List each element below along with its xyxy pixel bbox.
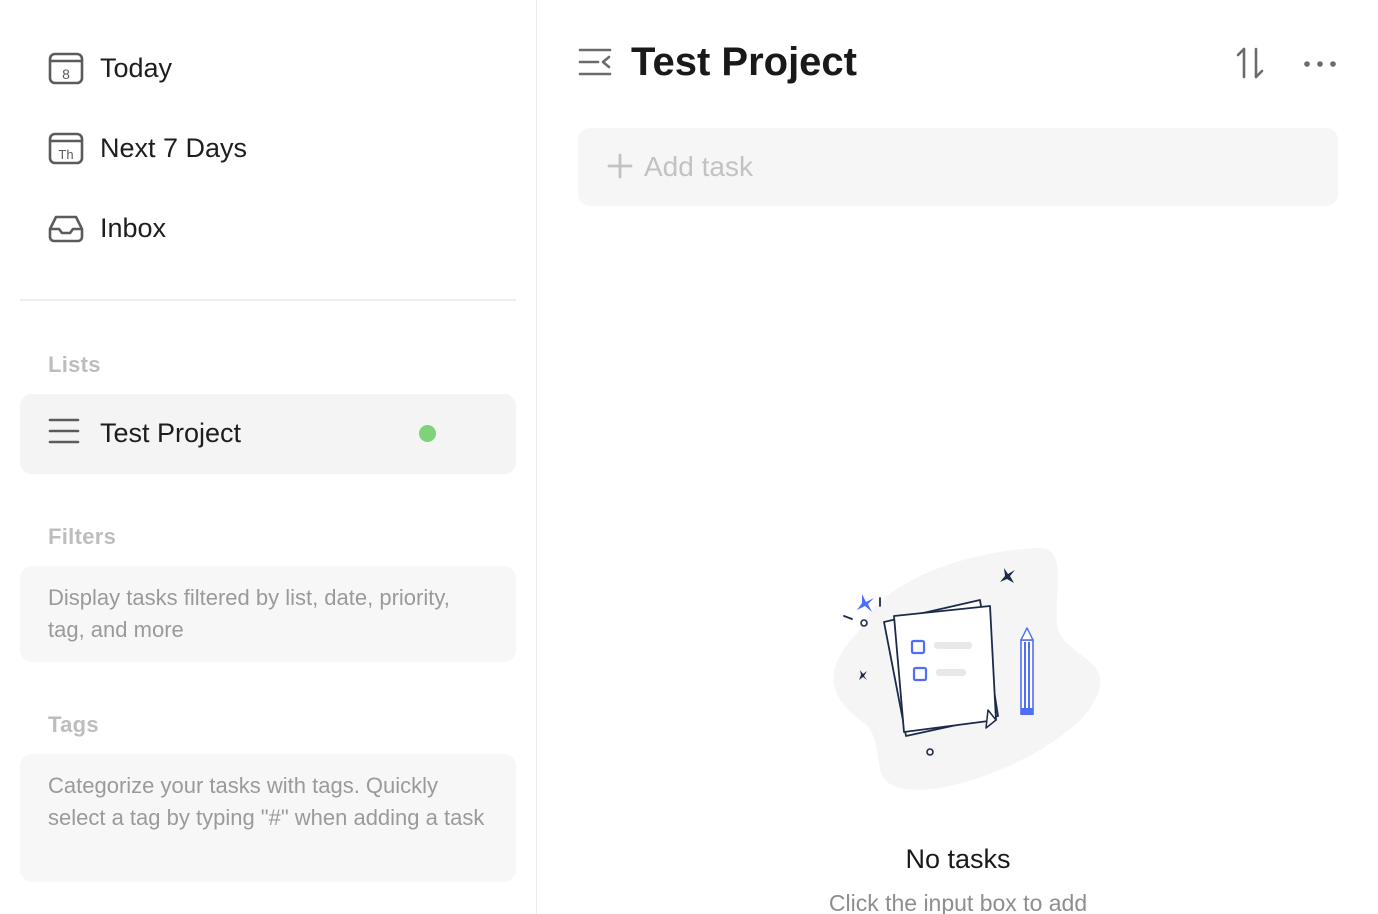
filters-hint[interactable]: Display tasks filtered by list, date, pr… <box>20 566 516 662</box>
nav-item-next-7-days[interactable]: Th Next 7 Days <box>20 116 516 180</box>
today-icon-number: 8 <box>62 66 70 82</box>
list-item-test-project[interactable]: Test Project <box>20 394 516 474</box>
inbox-icon <box>48 210 84 246</box>
nav-item-label: Inbox <box>100 212 167 243</box>
nav-item-today[interactable]: 8 Today <box>20 36 516 100</box>
calendar-today-icon: 8 <box>48 50 84 86</box>
tags-section-title: Tags <box>48 712 99 737</box>
add-task-input[interactable] <box>644 146 1304 188</box>
list-color-dot <box>419 425 436 442</box>
list-item-label: Test Project <box>100 418 242 448</box>
list-icon <box>48 416 84 452</box>
nav-item-inbox[interactable]: Inbox <box>20 196 516 260</box>
tags-hint[interactable]: Categorize your tasks with tags. Quickly… <box>20 754 516 882</box>
nav-item-label: Today <box>100 52 173 83</box>
sidebar: 8 Today Th Next 7 Days Inbox Lists Test … <box>0 0 537 914</box>
week-icon-text: Th <box>58 147 73 162</box>
filters-section-title: Filters <box>48 524 117 549</box>
plus-icon <box>606 152 634 180</box>
sort-button[interactable] <box>1235 46 1269 82</box>
empty-state-hint: Click the input box to add <box>828 890 1088 914</box>
empty-state-title: No tasks <box>905 844 1011 874</box>
add-task-bar[interactable] <box>578 128 1338 206</box>
main-panel: Test Project Add task No tasks Click the… <box>538 0 1378 914</box>
page-title: Test Project <box>631 40 857 84</box>
calendar-week-icon: Th <box>48 130 84 166</box>
nav-item-label: Next 7 Days <box>100 132 248 163</box>
lists-section-title: Lists <box>48 352 101 377</box>
menu-collapse-icon <box>578 48 612 76</box>
empty-state-illustration <box>820 540 1110 800</box>
more-horizontal-icon <box>1304 61 1336 67</box>
more-options-button[interactable] <box>1302 48 1338 80</box>
collapse-sidebar-button[interactable] <box>578 46 614 82</box>
sort-icon <box>1236 47 1264 79</box>
sidebar-divider <box>20 299 516 301</box>
